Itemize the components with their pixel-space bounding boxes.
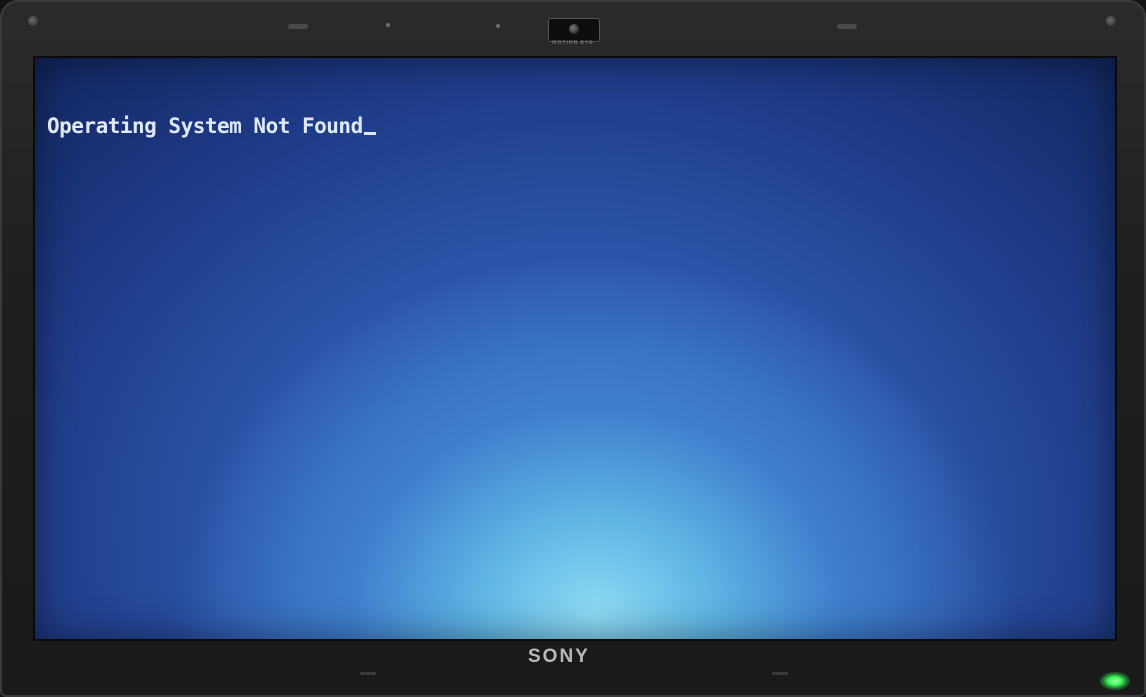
bezel-bumper-right (837, 24, 857, 29)
webcam (548, 18, 600, 42)
boot-message-line: Operating System Not Found (47, 114, 376, 138)
bezel-notch-left (360, 672, 376, 675)
brand-logo: SONY (528, 646, 590, 667)
power-led-icon (1100, 672, 1130, 690)
text-cursor-icon (363, 132, 376, 135)
bezel-screw-left (28, 16, 38, 26)
ambient-sensor-right (496, 24, 500, 28)
display-screen: Operating System Not Found (33, 56, 1117, 641)
bezel-screw-right (1106, 16, 1116, 26)
laptop-bezel: MOTION EYE Operating System Not Found SO… (0, 0, 1146, 697)
boot-error-message: Operating System Not Found (47, 114, 363, 138)
webcam-lens-icon (569, 24, 579, 34)
ambient-sensor-left (386, 23, 390, 27)
bezel-notch-right (772, 672, 788, 675)
webcam-label: MOTION EYE (552, 40, 594, 46)
bezel-bumper-left (288, 24, 308, 29)
